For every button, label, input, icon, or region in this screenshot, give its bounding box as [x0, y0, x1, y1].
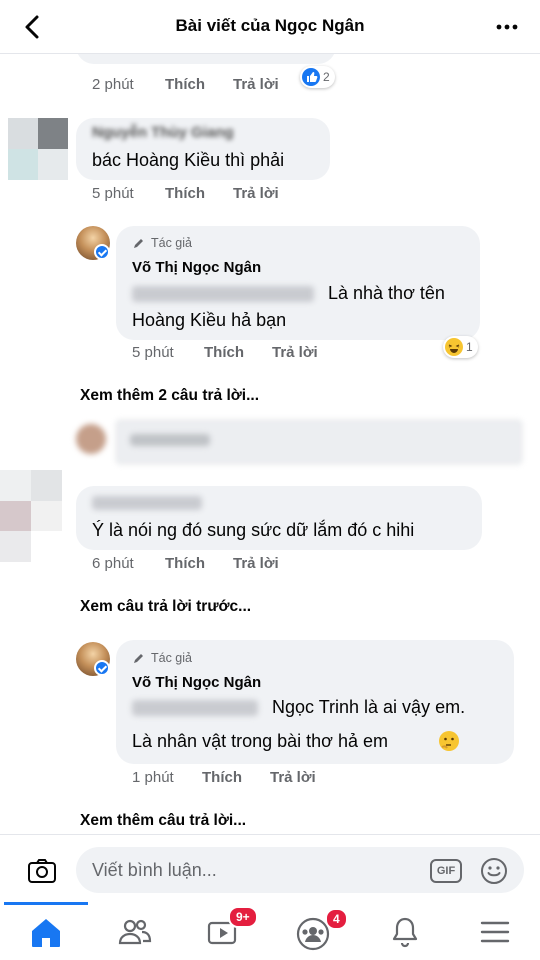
comment-placeholder: Viết bình luận... — [92, 860, 217, 880]
comment-text: Là nhà thơ tên — [328, 283, 445, 303]
author-badge: Tác giả — [151, 236, 192, 250]
home-icon[interactable] — [24, 910, 68, 954]
reaction-number: 2 — [323, 70, 330, 84]
commenter-name[interactable]: Võ Thị Ngọc Ngân — [132, 259, 261, 276]
thinking-emoji-icon — [439, 731, 459, 751]
reply-link[interactable]: Trả lời — [270, 769, 316, 786]
reaction-count[interactable]: 1 — [443, 336, 478, 358]
reaction-number: 1 — [466, 340, 473, 354]
comment-text: Là nhân vật trong bài thơ hả em — [132, 731, 388, 751]
emoji-icon[interactable] — [480, 857, 508, 885]
haha-reaction-icon — [445, 338, 463, 356]
commenter-name[interactable] — [92, 496, 202, 510]
notifications-bell-icon[interactable] — [383, 910, 427, 954]
reply-link[interactable]: Trả lời — [272, 344, 318, 361]
avatar[interactable] — [76, 424, 106, 454]
avatar[interactable] — [0, 470, 62, 562]
watch-notification-badge: 9+ — [228, 906, 258, 928]
pencil-icon — [134, 654, 143, 663]
like-link[interactable]: Thích — [202, 769, 242, 786]
bottom-tab-bar: 9+ 4 — [0, 902, 540, 960]
avatar[interactable] — [8, 118, 68, 180]
page-title: Bài viết của Ngọc Ngân — [175, 16, 365, 35]
camera-icon[interactable] — [26, 855, 58, 887]
like-link[interactable]: Thích — [204, 344, 244, 361]
comments-feed[interactable]: 2 phút Thích Trả lời 2 Nguyễn Thùy Giang… — [0, 54, 540, 834]
menu-icon[interactable] — [473, 910, 517, 954]
like-link[interactable]: Thích — [165, 185, 205, 202]
commenter-name — [130, 434, 210, 446]
mention-tag[interactable] — [132, 286, 314, 302]
comment-text: Ý là nói ng đó sung sức dữ lắm đó c hihi — [92, 520, 415, 540]
comment-time: 5 phút — [132, 344, 174, 361]
like-link[interactable]: Thích — [165, 76, 205, 93]
reply-link[interactable]: Trả lời — [233, 185, 279, 202]
more-options-icon[interactable] — [492, 12, 522, 42]
commenter-name[interactable]: Võ Thị Ngọc Ngân — [132, 674, 261, 691]
commenter-name[interactable]: Nguyễn Thùy Giang — [92, 124, 234, 141]
reply-link[interactable]: Trả lời — [233, 555, 279, 572]
more-replies-link[interactable]: Xem thêm câu trả lời... — [80, 812, 246, 830]
comment-time: 2 phút — [92, 76, 134, 93]
comment-text: bác Hoàng Kiều thì phải — [92, 150, 285, 170]
verified-badge-icon — [94, 244, 110, 260]
active-tab-indicator — [4, 902, 88, 905]
previous-replies-link[interactable]: Xem câu trả lời trước... — [80, 598, 251, 616]
comment-time: 5 phút — [92, 185, 134, 202]
top-bar: Bài viết của Ngọc Ngân — [0, 0, 540, 54]
friends-icon[interactable] — [113, 910, 157, 954]
comment-text: Hoàng Kiều hả bạn — [132, 310, 287, 330]
more-replies-link[interactable]: Xem thêm 2 câu trả lời... — [80, 387, 259, 405]
verified-badge-icon — [94, 660, 110, 676]
author-badge: Tác giả — [151, 651, 192, 665]
reaction-count[interactable]: 2 — [300, 66, 335, 88]
groups-notification-badge: 4 — [325, 908, 348, 930]
comment-time: 1 phút — [132, 769, 174, 786]
pencil-icon — [134, 239, 143, 248]
comment-time: 6 phút — [92, 555, 134, 572]
like-link[interactable]: Thích — [165, 555, 205, 572]
comment-bubble — [76, 54, 336, 64]
comment-composer: Viết bình luận... GIF — [0, 834, 540, 902]
comment-text: Ngọc Trinh là ai vậy em. — [272, 697, 466, 717]
comment-input[interactable]: Viết bình luận... GIF — [76, 847, 524, 893]
reply-link[interactable]: Trả lời — [233, 76, 279, 93]
mention-tag[interactable] — [132, 700, 258, 716]
like-reaction-icon — [302, 68, 320, 86]
gif-button[interactable]: GIF — [430, 859, 462, 883]
